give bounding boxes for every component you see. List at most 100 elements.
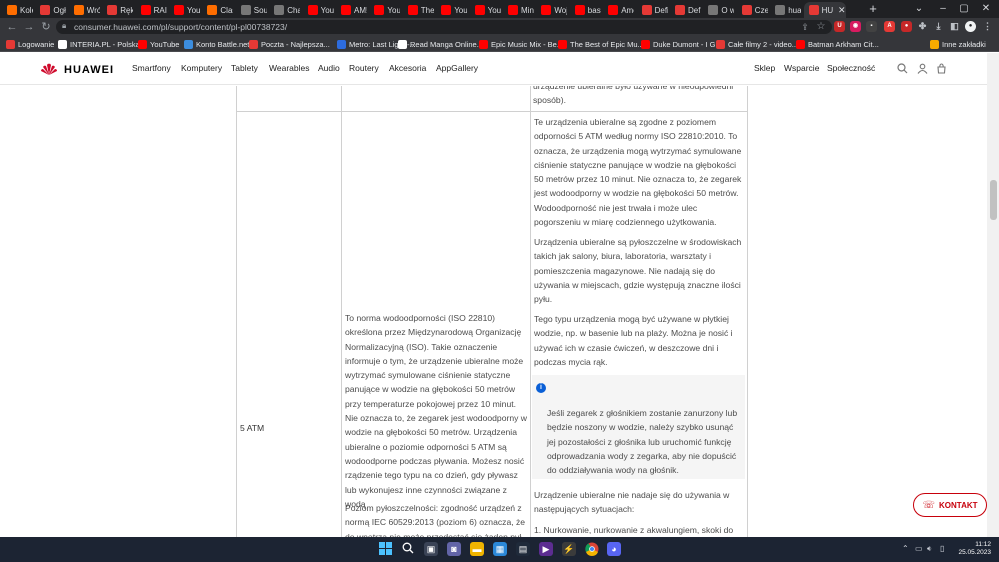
bookmark-star-icon[interactable]: ☆ bbox=[814, 20, 828, 34]
adblock-extension-icon[interactable]: A bbox=[884, 21, 895, 32]
browser-tab[interactable]: You bbox=[436, 2, 467, 18]
ublock-extension-icon[interactable]: U bbox=[834, 21, 845, 32]
browser-tab[interactable]: AM! bbox=[336, 2, 367, 18]
profile-avatar[interactable]: ● bbox=[965, 21, 976, 32]
download-icon[interactable]: ⤓ bbox=[933, 21, 944, 32]
discord-icon[interactable]: ◕ bbox=[607, 542, 621, 556]
chevron-up-icon[interactable]: ⌃ bbox=[902, 544, 909, 553]
network-icon[interactable]: ▭ bbox=[915, 544, 923, 553]
bookmark-item[interactable]: INTERIA.PL - Polska... bbox=[58, 38, 146, 50]
browser-tab[interactable]: Defi bbox=[670, 2, 701, 18]
browser-tab[interactable]: Wró bbox=[69, 2, 100, 18]
bookmark-label: Duke Dumont - I G... bbox=[653, 39, 722, 49]
bookmark-item[interactable]: Read Manga Online... bbox=[398, 38, 483, 50]
forward-icon[interactable]: → bbox=[22, 20, 36, 34]
nav-sklep[interactable]: Sklep bbox=[754, 63, 775, 73]
bookmark-item[interactable]: Duke Dumont - I G... bbox=[641, 38, 722, 50]
browser-tab[interactable]: Ame bbox=[603, 2, 634, 18]
browser-tab[interactable]: You bbox=[369, 2, 400, 18]
windows-start-icon[interactable] bbox=[378, 542, 392, 556]
browser-tab[interactable]: Min bbox=[503, 2, 534, 18]
nav-tablety[interactable]: Tablety bbox=[231, 63, 258, 73]
nav-akcesoria[interactable]: Akcesoria bbox=[389, 63, 426, 73]
tab-label: You bbox=[454, 5, 468, 15]
bookmark-item[interactable]: YouTube bbox=[138, 38, 179, 50]
contact-button-label: KONTAKT bbox=[939, 500, 978, 510]
browser-tab[interactable]: RAIL bbox=[136, 2, 167, 18]
contact-button[interactable]: ☏ KONTAKT bbox=[913, 493, 987, 517]
browser-tab[interactable]: bast bbox=[570, 2, 601, 18]
bookmark-item[interactable]: The Best of Epic Mu... bbox=[558, 38, 644, 50]
browser-tab[interactable]: O w bbox=[703, 2, 734, 18]
note-text: Jeśli zegarek z głośnikiem zostanie zanu… bbox=[547, 408, 738, 476]
browser-tab[interactable]: Sou bbox=[236, 2, 267, 18]
nav-komputery[interactable]: Komputery bbox=[181, 63, 222, 73]
bookmark-item[interactable]: Całe filmy 2 - video... bbox=[716, 38, 798, 50]
nav-spolecznosc[interactable]: Społeczność bbox=[827, 63, 875, 73]
browser-tab[interactable]: Clas bbox=[202, 2, 233, 18]
speaker-icon[interactable]: 🔉︎ bbox=[927, 544, 932, 554]
browser-tab[interactable]: Ręka bbox=[102, 2, 133, 18]
task-view-icon[interactable]: ▣ bbox=[424, 542, 438, 556]
browser-tab[interactable]: You bbox=[169, 2, 200, 18]
store-icon[interactable]: ▦ bbox=[493, 542, 507, 556]
tab-favicon-icon bbox=[574, 5, 585, 15]
bookmark-label: INTERIA.PL - Polska... bbox=[70, 39, 146, 49]
search-icon[interactable] bbox=[896, 63, 908, 75]
menu-kebab-icon[interactable]: ⋮ bbox=[982, 21, 993, 32]
nav-wsparcie[interactable]: Wsparcie bbox=[784, 63, 819, 73]
bookmark-item[interactable]: Konto Battle.net bbox=[184, 38, 249, 50]
taskbar-clock[interactable]: 11:12 25.05.2023 bbox=[955, 541, 991, 557]
teams-chat-icon[interactable]: ◙ bbox=[447, 542, 461, 556]
close-window-icon[interactable]: ✕ bbox=[973, 0, 999, 18]
lock-icon[interactable]: 🔒︎ bbox=[62, 21, 66, 31]
cart-icon[interactable] bbox=[935, 63, 947, 75]
bookmark-label: Konto Battle.net bbox=[196, 39, 250, 49]
browser-tab[interactable]: Kole bbox=[2, 2, 33, 18]
side-panel-icon[interactable]: ◧ bbox=[949, 21, 960, 32]
url-text[interactable]: consumer.huawei.com/pl/support/content/p… bbox=[74, 21, 287, 33]
extension-icon[interactable]: ● bbox=[901, 21, 912, 32]
browser-tab[interactable]: The bbox=[403, 2, 434, 18]
battery-icon[interactable]: ▯ bbox=[940, 544, 944, 553]
chrome-icon[interactable] bbox=[585, 542, 599, 556]
app-icon[interactable]: ▶ bbox=[539, 542, 553, 556]
nav-smartfony[interactable]: Smartfony bbox=[132, 63, 171, 73]
bookmark-item[interactable]: Epic Music Mix - Be... bbox=[479, 38, 563, 50]
browser-tab[interactable]: Defi bbox=[637, 2, 668, 18]
share-icon[interactable]: ⇪ bbox=[798, 20, 812, 34]
puzzle-extensions-icon[interactable]: ✤ bbox=[917, 21, 928, 32]
bookmark-item[interactable]: Batman Arkham Cit... bbox=[796, 38, 879, 50]
browser-tab[interactable]: You bbox=[470, 2, 501, 18]
huawei-logo[interactable]: HUAWEI bbox=[40, 63, 114, 76]
browser-tab[interactable]: hua bbox=[770, 2, 801, 18]
browser-tab[interactable]: Czei bbox=[737, 2, 768, 18]
extension-icon[interactable]: ▪ bbox=[866, 21, 877, 32]
nav-routery[interactable]: Routery bbox=[349, 63, 379, 73]
chevron-down-icon[interactable]: ⌄ bbox=[906, 0, 932, 18]
extension-icon[interactable]: ◉ bbox=[850, 21, 861, 32]
close-tab-icon[interactable]: ✕ bbox=[838, 5, 846, 16]
reload-icon[interactable]: ↻ bbox=[39, 20, 53, 34]
bookmark-item[interactable]: Poczta - Najlepsza... bbox=[249, 38, 330, 50]
scrollbar-thumb[interactable] bbox=[990, 180, 997, 220]
browser-tab[interactable]: Cha bbox=[269, 2, 300, 18]
browser-tab[interactable]: Woj bbox=[536, 2, 567, 18]
table-border bbox=[747, 86, 748, 537]
browser-tab[interactable]: Ogł bbox=[35, 2, 66, 18]
other-bookmarks[interactable]: Inne zakładki bbox=[930, 38, 986, 50]
app-icon[interactable]: ⚡ bbox=[562, 542, 576, 556]
scrollbar[interactable] bbox=[987, 53, 999, 537]
browser-tab[interactable]: You bbox=[303, 2, 334, 18]
nav-audio[interactable]: Audio bbox=[318, 63, 340, 73]
file-explorer-icon[interactable]: ▬ bbox=[470, 542, 484, 556]
user-icon[interactable] bbox=[916, 63, 928, 75]
app-icon[interactable]: ▤ bbox=[516, 542, 530, 556]
browser-tab[interactable]: HUA ✕ bbox=[803, 2, 846, 18]
nav-wearables[interactable]: Wearables bbox=[269, 63, 309, 73]
bookmark-item[interactable]: Logowanie bbox=[6, 38, 54, 50]
search-icon[interactable] bbox=[401, 542, 415, 556]
back-icon[interactable]: ← bbox=[5, 20, 19, 34]
nav-appgallery[interactable]: AppGallery bbox=[436, 63, 478, 73]
new-tab-button[interactable]: + bbox=[866, 2, 880, 16]
